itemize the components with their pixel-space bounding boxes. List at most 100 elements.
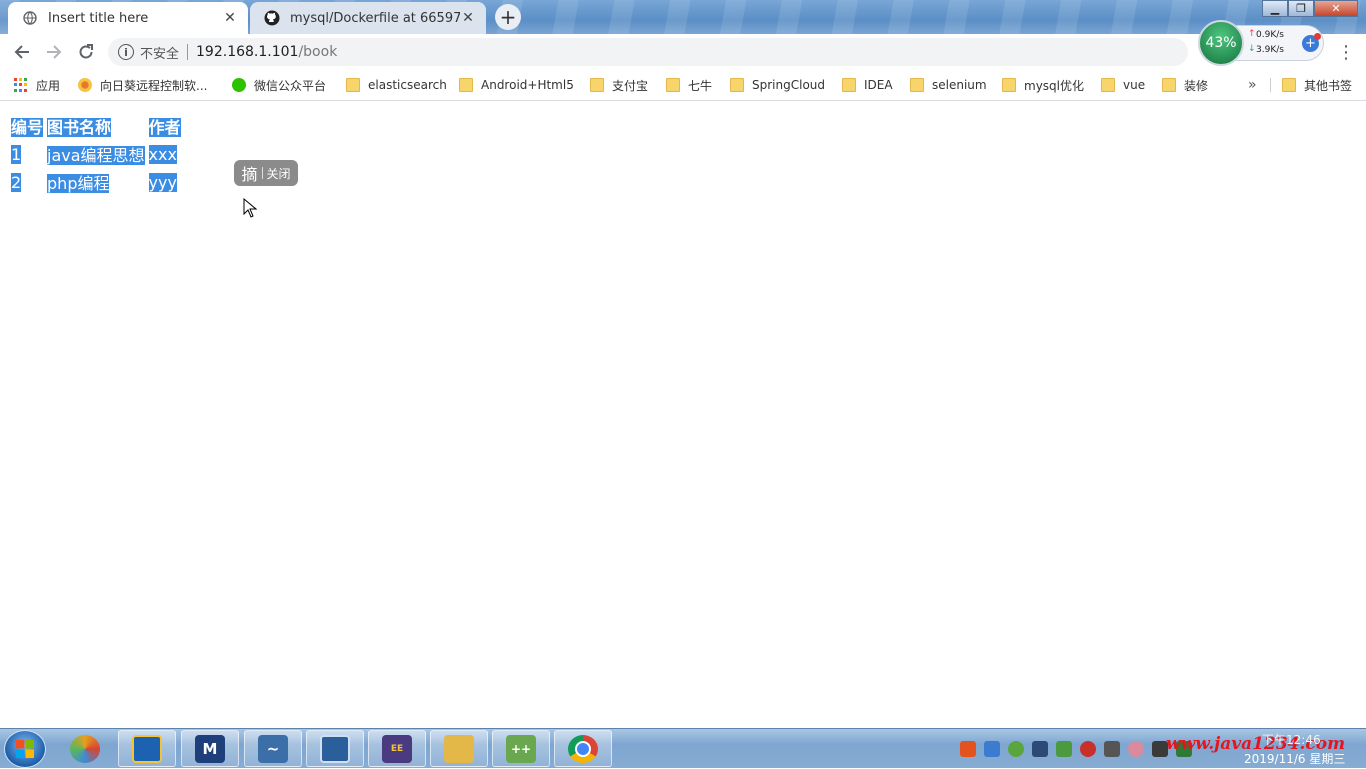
antivirus-icon[interactable]	[1080, 741, 1096, 757]
table-cell: 1	[11, 144, 22, 164]
taskbar-app-virtualbox[interactable]	[118, 730, 176, 767]
cloud-icon[interactable]	[1128, 741, 1144, 757]
kebab-menu-icon[interactable]: ⋮	[1336, 38, 1356, 66]
notepad-plus-icon: ++	[506, 734, 536, 763]
more-bookmarks-chevron-icon[interactable]: »	[1248, 70, 1257, 100]
restore-button[interactable]: ❐	[1288, 0, 1314, 17]
mybatis-icon: M	[195, 734, 225, 763]
reload-button[interactable]	[72, 38, 100, 66]
notification-dot	[1314, 33, 1321, 40]
table-row: 1 java编程思想 xxx	[10, 141, 182, 167]
bookmark-selenium[interactable]: selenium	[910, 70, 987, 100]
arrow-right-icon	[47, 45, 62, 59]
file-explorer-icon	[444, 734, 474, 763]
sogou-input-icon[interactable]	[960, 741, 976, 757]
taskbar-app-notepadpp[interactable]: ++	[492, 730, 550, 767]
taskbar-app-explorer[interactable]	[430, 730, 488, 767]
folder-icon	[1282, 78, 1296, 92]
bookmark-apps[interactable]: 应用	[14, 70, 60, 100]
upload-arrow-icon: ↑	[1248, 29, 1256, 39]
apps-grid-icon	[14, 78, 28, 92]
bookmark-label: 其他书签	[1304, 78, 1353, 93]
sunflower-icon	[78, 78, 92, 92]
browser-toolbar: i 不安全 192.168.1.101/book ⋮	[0, 34, 1366, 70]
mouse-cursor-icon	[243, 198, 257, 218]
minimize-button[interactable]: ▁	[1262, 0, 1288, 17]
column-header: 图书名称	[47, 118, 112, 137]
url-host[interactable]: 192.168.1.101	[196, 44, 298, 60]
folder-icon	[1101, 78, 1115, 92]
tab-strip: Insert title here ✕ mysql/Dockerfile at …	[0, 0, 1366, 34]
taskbar-app-remote-desktop[interactable]	[306, 730, 364, 767]
bookmark-elasticsearch[interactable]: elasticsearch	[346, 70, 447, 100]
bookmark-wechat[interactable]: 微信公众平台	[232, 70, 326, 100]
taskbar-app-photos[interactable]	[56, 730, 114, 767]
windows-taskbar: M ~ EE ++	[0, 728, 1366, 768]
network-monitor-widget[interactable]: 43% ↑ 0.9K/s ↓ 3.9K/s +	[1198, 20, 1326, 66]
usb-icon[interactable]	[1104, 741, 1120, 757]
bookmark-label: 向日葵远程控制软...	[100, 78, 208, 93]
start-button[interactable]	[4, 730, 46, 768]
tab-github-dockerfile[interactable]: mysql/Dockerfile at 66597501 ✕	[250, 2, 486, 34]
forward-button[interactable]	[40, 38, 68, 66]
system-tray	[960, 729, 1200, 769]
bookmark-label: 微信公众平台	[254, 78, 327, 93]
taskbar-app-chrome[interactable]	[554, 730, 612, 767]
wechat-icon	[232, 78, 246, 92]
column-header: 编号	[11, 118, 44, 137]
security-label[interactable]: 不安全	[140, 43, 179, 62]
popup-close-button[interactable]: 关闭	[267, 165, 291, 182]
tab-close-icon[interactable]: ✕	[460, 10, 476, 26]
download-speed: 3.9K/s	[1256, 45, 1284, 55]
bookmark-mysql-optimize[interactable]: mysql优化	[1002, 70, 1084, 100]
bookmark-label: vue	[1123, 78, 1146, 92]
back-button[interactable]	[8, 38, 36, 66]
memory-usage-ball[interactable]: 43%	[1198, 20, 1244, 66]
shield-icon[interactable]	[1056, 741, 1072, 757]
photos-icon	[70, 734, 100, 763]
excerpt-button[interactable]: 摘	[241, 161, 257, 185]
remote-desktop-icon	[320, 734, 350, 763]
clock-date[interactable]: 2019/11/6 星期三	[1244, 750, 1345, 767]
taskbar-app-mybatis[interactable]: M	[181, 730, 239, 767]
bookmarks-divider	[1270, 78, 1271, 92]
folder-icon	[910, 78, 924, 92]
table-cell: 2	[11, 172, 22, 192]
tab-title: Insert title here	[48, 10, 149, 26]
tab-close-icon[interactable]: ✕	[222, 10, 238, 26]
github-icon	[264, 10, 280, 26]
address-bar[interactable]: i 不安全 192.168.1.101/book	[108, 38, 1188, 66]
monitor-icon[interactable]	[1032, 741, 1048, 757]
virtualbox-icon	[132, 734, 162, 763]
bookmark-decoration[interactable]: 装修	[1162, 70, 1208, 100]
folder-icon	[346, 78, 360, 92]
arrow-left-icon	[14, 45, 29, 59]
upload-speed: 0.9K/s	[1256, 30, 1284, 40]
clock-time[interactable]: 下午12:46	[1262, 731, 1321, 748]
bookmark-vue[interactable]: vue	[1101, 70, 1145, 100]
tab-insert-title[interactable]: Insert title here ✕	[8, 2, 248, 34]
reload-icon	[79, 44, 93, 59]
bookmark-sunflower[interactable]: 向日葵远程控制软...	[78, 70, 207, 100]
table-cell: php编程	[47, 174, 110, 193]
plus-green-icon[interactable]	[1008, 741, 1024, 757]
window-close-button[interactable]: ✕	[1314, 0, 1358, 17]
cube-icon[interactable]	[984, 741, 1000, 757]
tab-title: mysql/Dockerfile at 66597501	[290, 10, 460, 26]
bookmark-qiniu[interactable]: 七牛	[666, 70, 712, 100]
bookmark-alipay[interactable]: 支付宝	[590, 70, 648, 100]
taskbar-app-mysql[interactable]: ~	[244, 730, 302, 767]
books-table: 编号 图书名称 作者 1 java编程思想 xxx 2 php编程 yyy	[8, 111, 184, 197]
new-tab-button[interactable]: +	[495, 4, 521, 30]
column-header: 作者	[148, 118, 181, 137]
info-icon[interactable]: i	[118, 44, 134, 60]
bookmark-springcloud[interactable]: SpringCloud	[730, 70, 825, 100]
bookmark-android-html5[interactable]: Android+Html5	[459, 70, 574, 100]
mysql-dolphin-icon: ~	[258, 734, 288, 763]
bookmark-idea[interactable]: IDEA	[842, 70, 893, 100]
eclipse-javaee-icon: EE	[382, 734, 412, 763]
bookmark-other[interactable]: 其他书签	[1282, 70, 1352, 100]
windows-logo-icon	[16, 740, 34, 758]
taskbar-app-eclipse[interactable]: EE	[368, 730, 426, 767]
url-path[interactable]: /book	[298, 44, 337, 60]
